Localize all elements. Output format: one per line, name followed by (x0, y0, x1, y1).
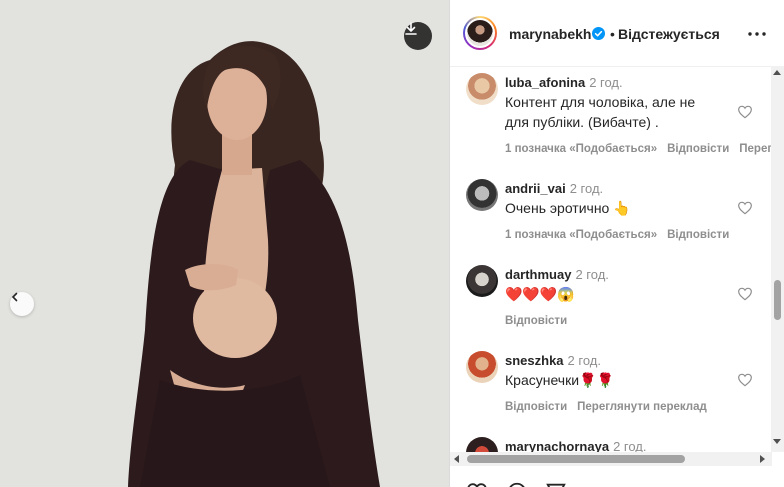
post-header: marynabekh • Відстежується (450, 0, 784, 67)
comments-panel: marynabekh • Відстежується luba_afonina 2… (449, 0, 784, 487)
comment-time: 2 год. (589, 75, 623, 90)
reply-button[interactable]: Відповісти (505, 401, 567, 413)
comment-author[interactable]: darthmuay 2 год. (505, 267, 609, 282)
scroll-left-arrow[interactable] (454, 455, 459, 463)
comment-text: Контент для чоловіка, але не для публіки… (505, 94, 696, 130)
reply-button[interactable]: Відповісти (667, 143, 729, 155)
vertical-scrollbar[interactable] (771, 66, 784, 452)
previous-image-button[interactable] (10, 292, 34, 316)
comment-text: Красунечки🌹🌹 (505, 372, 614, 388)
like-heart-icon[interactable] (466, 481, 488, 487)
likes-count[interactable]: 1 позначка «Подобається» (505, 143, 657, 155)
comment-item: darthmuay 2 год. ❤️❤️❤️😱 Відповісти (450, 260, 772, 340)
comment-actions: Відповісти Переглянути переклад (505, 401, 717, 413)
comment-actions: Відповісти (505, 315, 577, 327)
comment-time: 2 год. (569, 181, 604, 196)
scroll-down-arrow[interactable] (773, 439, 781, 444)
post-photo[interactable] (0, 0, 449, 487)
post-photo-image (0, 0, 449, 487)
scroll-up-arrow[interactable] (773, 70, 781, 75)
reply-button[interactable]: Відповісти (505, 315, 567, 327)
share-icon[interactable] (545, 481, 567, 487)
chevron-left-icon (11, 292, 18, 302)
commenter-avatar[interactable] (466, 179, 498, 211)
likes-count[interactable]: 1 позначка «Подобається» (505, 229, 657, 241)
comment-item: sneszhka 2 год. Красунечки🌹🌹 Відповісти Пе… (450, 346, 772, 426)
comments-list: luba_afonina 2 год. Контент для чоловіка,… (450, 67, 772, 452)
comment-author[interactable]: marynachornaya 2 год. (505, 439, 647, 452)
following-button[interactable]: Відстежується (618, 26, 720, 42)
horizontal-scrollbar[interactable] (450, 452, 772, 466)
comment-time: 2 год. (613, 439, 647, 452)
translate-button[interactable]: Перег (739, 143, 772, 155)
heart-icon[interactable] (737, 200, 753, 216)
commenter-avatar[interactable] (466, 73, 498, 105)
hscrollbar-thumb[interactable] (467, 455, 685, 463)
heart-icon[interactable] (737, 372, 753, 388)
comment-author[interactable]: sneszhka 2 год. (505, 353, 601, 368)
comment-time: 2 год. (567, 353, 601, 368)
comment-item: andrii_vai 2 год. Очень эротично 👆 1 позн… (450, 174, 772, 254)
scrollbar-thumb[interactable] (774, 280, 781, 320)
more-options-icon[interactable] (746, 24, 768, 44)
author-username[interactable]: marynabekh (509, 26, 591, 42)
post-actions-bar (450, 468, 784, 487)
commenter-avatar[interactable] (466, 265, 498, 297)
heart-icon[interactable] (737, 286, 753, 302)
separator-dot: • (610, 26, 615, 42)
comment-text: Очень эротично 👆 (505, 200, 631, 216)
scroll-right-arrow[interactable] (760, 455, 765, 463)
author-avatar[interactable] (463, 16, 497, 50)
comment-author[interactable]: luba_afonina 2 год. (505, 75, 623, 90)
comment-item: marynachornaya 2 год. (450, 432, 772, 452)
comment-item: luba_afonina 2 год. Контент для чоловіка,… (450, 67, 772, 167)
download-button[interactable] (404, 22, 432, 50)
comment-actions: 1 позначка «Подобається» Відповісти (505, 229, 739, 241)
verified-badge-icon (592, 27, 605, 40)
heart-icon[interactable] (737, 104, 753, 120)
commenter-avatar[interactable] (466, 351, 498, 383)
download-icon (405, 22, 417, 35)
comment-author[interactable]: andrii_vai 2 год. (505, 181, 603, 196)
comment-text: ❤️❤️❤️😱 (505, 286, 575, 302)
translate-button[interactable]: Переглянути переклад (577, 401, 707, 413)
comment-time: 2 год. (575, 267, 609, 282)
commenter-avatar[interactable] (466, 437, 498, 452)
comment-actions: 1 позначка «Подобається» Відповісти Перег (505, 143, 772, 155)
comment-icon[interactable] (506, 481, 528, 487)
reply-button[interactable]: Відповісти (667, 229, 729, 241)
